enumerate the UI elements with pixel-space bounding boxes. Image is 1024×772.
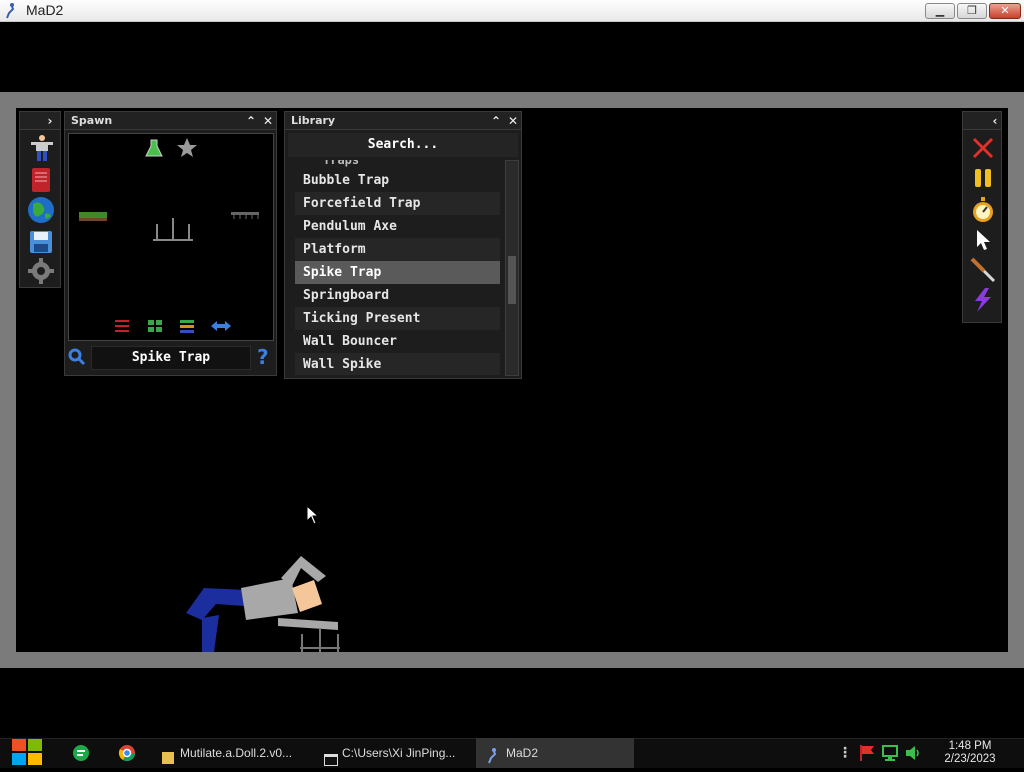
pause-icon[interactable] — [968, 164, 998, 192]
grass-platform-item[interactable] — [79, 212, 107, 221]
spawn-panel-title: Spawn — [71, 114, 113, 127]
category-header-traps[interactable]: Traps — [295, 160, 500, 169]
scrollbar-thumb[interactable] — [508, 256, 516, 304]
globe-icon[interactable] — [26, 196, 56, 224]
knife-icon[interactable] — [968, 256, 998, 284]
list-item[interactable]: Wall Spike — [295, 353, 500, 375]
spawn-selected-field[interactable]: Spike Trap — [91, 346, 251, 370]
wall-spike-item[interactable] — [231, 212, 259, 219]
collapse-chevron-icon[interactable]: ⌃ — [243, 113, 259, 129]
chat-app-icon[interactable] — [72, 744, 90, 766]
list-item[interactable]: Forcefield Trap — [295, 192, 500, 215]
taskbar-clock[interactable]: 1:48 PM 2/23/2023 — [935, 740, 1005, 766]
collapse-left-chevron-icon[interactable]: ‹ — [987, 113, 1003, 129]
spawn-panel-header: Spawn ⌃ ✕ — [65, 112, 276, 130]
sliders-icon[interactable] — [115, 320, 129, 332]
right-toolbar: ‹ — [962, 111, 1002, 323]
list-item[interactable]: Ticking Present — [295, 307, 500, 330]
spawn-preview[interactable] — [68, 133, 274, 341]
minimize-button[interactable]: ▁ — [925, 3, 955, 19]
list-item[interactable]: Bubble Trap — [295, 169, 500, 192]
taskbar-item-label: MaD2 — [506, 746, 539, 760]
folder-icon — [162, 746, 174, 768]
library-search-input[interactable]: Search... — [288, 133, 518, 157]
taskbar-item-label: C:\Users\Xi JinPing... — [342, 746, 456, 760]
close-panel-icon[interactable]: ✕ — [505, 113, 521, 129]
star-icon[interactable] — [177, 138, 197, 157]
start-button[interactable] — [10, 736, 44, 768]
taskbar-item[interactable]: C:\Users\Xi JinPing... — [314, 738, 474, 768]
spawn-panel: Spawn ⌃ ✕ Spike Trap ? — [64, 111, 277, 376]
list-item[interactable]: Springboard — [295, 284, 500, 307]
stopwatch-icon[interactable] — [968, 196, 998, 224]
clock-date: 2/23/2023 — [944, 753, 996, 765]
tray-overflow-icon[interactable]: ⋮ — [838, 744, 852, 762]
right-toolbar-header: ‹ — [963, 112, 1001, 130]
collapse-chevron-icon[interactable]: ⌃ — [488, 113, 504, 129]
left-toolbar-header: › — [20, 112, 60, 130]
ragdoll-icon[interactable] — [26, 134, 56, 162]
window-titlebar: MaD2 ▁ ❐ ✕ — [0, 0, 1024, 22]
list-item[interactable]: Platform — [295, 238, 500, 261]
maximize-icon: ❐ — [967, 4, 977, 17]
mad2-app-icon — [486, 745, 500, 768]
terminal-icon — [324, 747, 338, 768]
spike-trap-item[interactable] — [153, 218, 193, 241]
mouse-cursor-icon — [306, 504, 320, 529]
chrome-icon[interactable] — [118, 744, 136, 766]
gear-icon[interactable] — [26, 257, 56, 285]
library-scrollbar[interactable] — [505, 160, 519, 376]
close-icon: ✕ — [1000, 4, 1010, 17]
close-x-icon[interactable] — [968, 134, 998, 162]
windows-logo-icon — [12, 739, 42, 765]
swap-arrows-icon[interactable] — [211, 321, 231, 331]
list-icon[interactable] — [180, 320, 194, 333]
window-title: MaD2 — [26, 2, 64, 18]
flask-icon[interactable] — [145, 139, 163, 157]
minimize-icon: ▁ — [935, 4, 945, 17]
clock-time: 1:48 PM — [948, 740, 992, 752]
volume-icon[interactable] — [904, 744, 922, 766]
grid-icon[interactable] — [148, 320, 162, 332]
help-icon[interactable]: ? — [257, 346, 269, 368]
app-icon — [4, 3, 18, 19]
book-icon[interactable] — [26, 166, 56, 194]
left-toolbar: › — [19, 111, 61, 288]
network-icon[interactable] — [882, 744, 900, 766]
list-item[interactable]: Wall Bouncer — [295, 330, 500, 353]
lightning-icon[interactable] — [968, 286, 998, 314]
close-window-button[interactable]: ✕ — [989, 3, 1021, 19]
close-panel-icon[interactable]: ✕ — [260, 113, 276, 129]
taskbar-item-label: Mutilate.a.Doll.2.v0... — [180, 746, 293, 760]
library-panel-title: Library — [291, 114, 336, 127]
magnifier-icon[interactable] — [68, 348, 86, 370]
cursor-icon[interactable] — [968, 226, 998, 254]
expand-chevron-icon[interactable]: › — [42, 113, 58, 129]
list-item[interactable]: Pendulum Axe — [295, 215, 500, 238]
library-list: Traps Bubble Trap Forcefield Trap Pendul… — [295, 160, 500, 375]
maximize-button[interactable]: ❐ — [957, 3, 987, 19]
taskbar-item-active[interactable]: MaD2 — [476, 738, 634, 768]
library-panel-header: Library ⌃ ✕ — [285, 112, 521, 130]
flag-icon[interactable] — [858, 744, 876, 766]
library-panel: Library ⌃ ✕ Search... Traps Bubble Trap … — [284, 111, 522, 379]
taskbar-item[interactable]: Mutilate.a.Doll.2.v0... — [152, 738, 310, 768]
save-disk-icon[interactable] — [26, 228, 56, 256]
list-item-selected[interactable]: Spike Trap — [295, 261, 500, 284]
